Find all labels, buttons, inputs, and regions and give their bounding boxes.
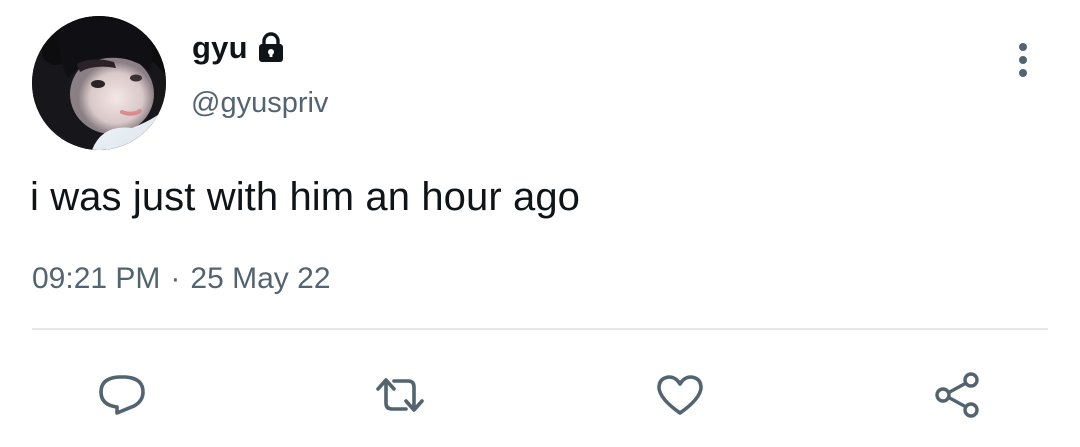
- like-button[interactable]: [650, 365, 710, 425]
- more-options-button[interactable]: [1005, 40, 1041, 80]
- divider: [32, 328, 1048, 330]
- retweet-button[interactable]: [370, 365, 430, 425]
- avatar[interactable]: [32, 16, 166, 150]
- share-button[interactable]: [927, 365, 987, 425]
- handle[interactable]: @gyuspriv: [191, 87, 328, 120]
- author-name-row: gyu: [192, 28, 286, 68]
- tweet-text: i was just with him an hour ago: [30, 175, 581, 219]
- display-name[interactable]: gyu: [192, 30, 248, 66]
- tweet-date[interactable]: 25 May 22: [190, 262, 330, 296]
- tweet: gyu @gyuspriv i was just with him an hou…: [0, 0, 1080, 447]
- reply-button[interactable]: [92, 365, 152, 425]
- timestamp-separator: ·: [170, 262, 181, 295]
- lock-icon: [256, 32, 286, 64]
- retweet-icon: [376, 378, 424, 412]
- share-nodes-icon: [935, 372, 979, 418]
- comment-bubble-icon: [99, 375, 145, 415]
- timestamp: 09:21 PM · 25 May 22: [32, 262, 331, 296]
- tweet-time[interactable]: 09:21 PM: [32, 262, 160, 296]
- more-vertical-icon: [1019, 43, 1027, 77]
- heart-icon: [657, 375, 703, 415]
